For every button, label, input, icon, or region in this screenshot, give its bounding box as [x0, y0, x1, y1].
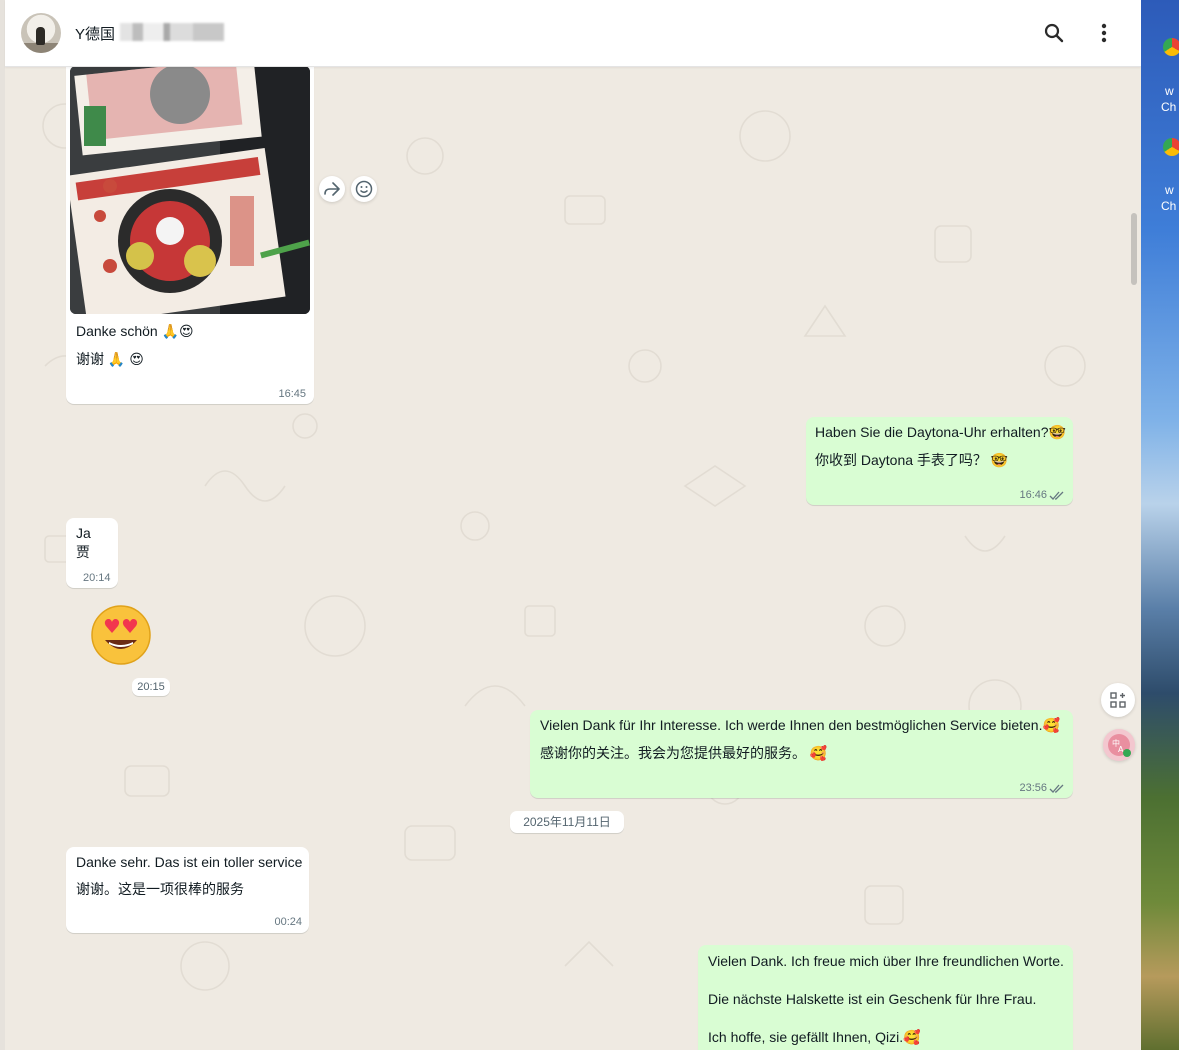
- read-ticks-icon: [1049, 491, 1064, 500]
- desktop-icon-label: Ch: [1161, 199, 1177, 213]
- contact-name[interactable]: Y德国: [75, 23, 115, 44]
- message-text: Vielen Dank. Ich freue mich über Ihre fr…: [708, 953, 1064, 969]
- contact-avatar[interactable]: [21, 13, 61, 53]
- translate-icon[interactable]: 中A: [1103, 729, 1135, 761]
- desktop-icon-label: w: [1165, 183, 1174, 197]
- message-time: 20:14: [83, 572, 111, 584]
- message-text: 谢谢 🙏 😍: [76, 351, 144, 367]
- sticker-time: 20:15: [132, 678, 170, 696]
- message-time: 16:46: [1019, 489, 1047, 501]
- message-text: Haben Sie die Daytona-Uhr erhalten?🤓: [815, 424, 1066, 440]
- message-outgoing[interactable]: Haben Sie die Daytona-Uhr erhalten?🤓 你收到…: [806, 417, 1073, 505]
- redacted-name-blur: [120, 23, 224, 41]
- chat-header: Y德国: [5, 0, 1141, 67]
- message-outgoing[interactable]: Vielen Dank für Ihr Interesse. Ich werde…: [530, 710, 1073, 798]
- message-text: Ja: [76, 525, 91, 541]
- message-incoming[interactable]: Danke sehr. Das ist ein toller service 谢…: [66, 847, 309, 933]
- message-photo[interactable]: [70, 66, 310, 314]
- message-outgoing[interactable]: Vielen Dank. Ich freue mich über Ihre fr…: [698, 945, 1073, 1050]
- desktop-icon-label: w: [1165, 84, 1174, 98]
- search-icon[interactable]: [1040, 19, 1068, 47]
- message-text: 感谢你的关注。我会为您提供最好的服务。 🥰: [540, 745, 828, 761]
- message-incoming-image[interactable]: Danke schön 🙏😍 谢谢 🙏 😍 16:45: [66, 40, 314, 404]
- message-text: 贾: [76, 544, 90, 560]
- message-time: 16:45: [278, 388, 306, 400]
- forward-icon[interactable]: [319, 176, 345, 202]
- date-separator: 2025年11月11日: [510, 811, 624, 833]
- chrome-shortcut-icon[interactable]: [1163, 38, 1179, 56]
- message-text: Danke schön 🙏😍: [76, 323, 194, 339]
- message-text: Danke sehr. Das ist ein toller service: [76, 854, 303, 870]
- read-ticks-icon: [1049, 784, 1064, 793]
- apps-grid-icon[interactable]: [1101, 683, 1135, 717]
- message-text: Vielen Dank für Ihr Interesse. Ich werde…: [540, 717, 1060, 733]
- message-text: Ich hoffe, sie gefällt Ihnen, Qizi.🥰: [708, 1029, 921, 1045]
- message-text: Die nächste Halskette ist ein Geschenk f…: [708, 991, 1037, 1007]
- chat-window: Y德国 Danke schön 🙏😍 谢谢 🙏 😍 16:45 Haben Si…: [0, 0, 1141, 1050]
- message-text: 谢谢。这是一项很棒的服务: [76, 881, 244, 897]
- message-text: 你收到 Daytona 手表了吗？ 🤓: [815, 452, 1009, 468]
- react-emoji-icon[interactable]: [351, 176, 377, 202]
- desktop-icon-label: Ch: [1161, 100, 1177, 114]
- message-incoming[interactable]: Ja 贾 20:14: [66, 518, 118, 588]
- more-vertical-icon[interactable]: [1090, 19, 1118, 47]
- heart-eyes-emoji-sticker[interactable]: [90, 604, 152, 666]
- message-time: 23:56: [1019, 782, 1047, 794]
- desktop-background: w Ch w Ch: [1141, 0, 1179, 1050]
- message-time: 00:24: [274, 916, 302, 928]
- chrome-shortcut-icon[interactable]: [1163, 138, 1179, 156]
- scrollbar-thumb[interactable]: [1131, 213, 1137, 285]
